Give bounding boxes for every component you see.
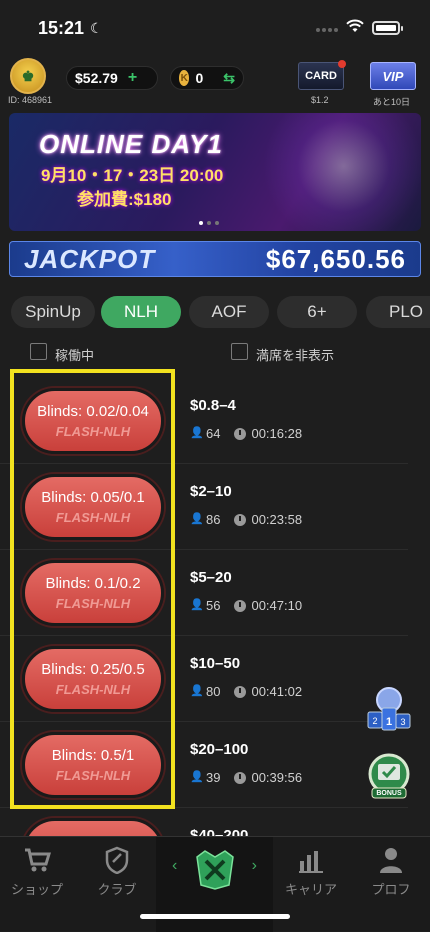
elapsed-time: 00:16:28 [251,426,303,441]
exchange-icon[interactable]: ⇆ [223,70,235,87]
promo-banner[interactable]: ONLINE DAY1 9月10・17・23日 20:00 参加費:$180 [9,113,421,231]
nav-profile-label: プロフ [371,882,411,897]
tab-nlh[interactable]: NLH [101,296,181,328]
nav-career[interactable]: キャリア [276,845,346,898]
lobby-logo-icon [195,850,234,890]
player-count: 39 [206,770,221,785]
player-count: 56 [206,598,221,613]
elapsed-time: 00:47:10 [251,598,303,613]
status-bar: 15:21 ☾ [0,0,430,56]
clock-icon [234,513,247,526]
add-funds-icon[interactable]: + [128,69,137,87]
svg-text:1: 1 [386,716,392,728]
table-meta: 👤 80 00:41:02 [190,684,302,699]
vip-button[interactable]: VIP [370,62,416,90]
chevron-left-icon: ‹ [172,857,178,874]
player-count: 86 [206,512,221,527]
avatar[interactable]: ♚ [10,58,46,94]
jackpot-label: JACKPOT [24,243,156,274]
banner-artwork [249,113,421,231]
hide-full-label: 満席を非表示 [256,348,335,363]
jackpot-value: $67,650.56 [265,243,406,274]
tab-spinup[interactable]: SpinUp [11,296,95,328]
filter-bar: 稼働中 満席を非表示 [0,342,430,364]
top-bar: ♚ ID: 468961 $52.79 + K 0 ⇆ CARD $1.2 VI… [0,56,430,108]
card-button[interactable]: CARD [298,62,344,90]
banner-pager [199,221,219,225]
banner-title: ONLINE DAY1 [39,129,223,159]
svg-text:3: 3 [400,717,405,727]
jackpot-bar[interactable]: JACKPOT $67,650.56 [9,241,421,277]
cart-icon [2,845,72,875]
banner-dates: 9月10・17・23日 20:00 [41,166,224,185]
table-meta: 👤 56 00:47:10 [190,598,302,613]
player-icon: 👤 [190,427,204,439]
person-icon [356,845,426,875]
tab-aof[interactable]: AOF [189,296,269,328]
elapsed-time: 00:39:56 [251,770,303,785]
nav-club-label: クラブ [97,882,137,897]
moon-icon: ☾ [90,19,103,36]
clock-icon [234,685,247,698]
nav-career-label: キャリア [284,882,337,897]
stakes-range: $10–50 [190,655,241,672]
player-count: 64 [206,426,221,441]
running-label: 稼働中 [55,348,95,363]
player-icon: 👤 [190,771,204,783]
coin-pill[interactable]: K 0 ⇆ [170,66,244,90]
balance-value: $52.79 [75,70,118,86]
player-icon: 👤 [190,685,204,697]
highlight-box [10,369,175,809]
tab-6plus[interactable]: 6+ [277,296,357,328]
clock-icon [234,599,247,612]
battery-icon [372,21,403,35]
stakes-range: $2–10 [190,483,232,500]
nav-shop[interactable]: ショップ [2,845,72,898]
clock-icon [234,427,247,440]
user-id: ID: 468961 [8,95,53,105]
nav-profile[interactable]: プロフ [356,845,426,898]
stakes-range: $20–100 [190,741,249,758]
running-checkbox[interactable] [30,343,47,360]
stakes-range: $0.8–4 [190,397,236,414]
leaderboard-icon[interactable]: 1 2 3 [366,686,412,736]
stakes-range: $5–20 [190,569,232,586]
coin-icon: K [179,70,190,86]
clock-time: 15:21 [38,17,85,38]
nav-shop-label: ショップ [10,882,63,897]
table-meta: 👤 39 00:39:56 [190,770,302,785]
bar-chart-icon [276,845,346,875]
signal-icon [314,19,338,37]
tab-plo[interactable]: PLO [366,296,430,328]
banner-fee: 参加費:$180 [77,190,172,209]
clock-icon [234,771,247,784]
player-icon: 👤 [190,513,204,525]
bonus-badge-label: BONUS [376,790,402,797]
home-indicator[interactable] [140,914,290,919]
notification-dot [338,60,346,68]
elapsed-time: 00:41:02 [251,684,303,699]
card-sub-label: $1.2 [311,95,329,105]
bonus-icon[interactable]: BONUS [364,752,414,804]
elapsed-time: 00:23:58 [251,512,303,527]
player-icon: 👤 [190,599,204,611]
table-meta: 👤 86 00:23:58 [190,512,302,527]
vip-sub-label: あと10日 [373,97,411,107]
game-tabs: SpinUp NLH AOF 6+ PLO [0,296,430,330]
hide-full-checkbox[interactable] [231,343,248,360]
balance-pill[interactable]: $52.79 + [66,66,158,90]
chevron-right-icon: › [251,857,257,874]
player-count: 80 [206,684,221,699]
wifi-icon [346,19,364,38]
coin-value: 0 [195,70,204,86]
table-meta: 👤 64 00:16:28 [190,426,302,441]
nav-club[interactable]: クラブ [82,845,152,898]
shield-icon [82,845,152,875]
svg-text:2: 2 [372,716,377,726]
